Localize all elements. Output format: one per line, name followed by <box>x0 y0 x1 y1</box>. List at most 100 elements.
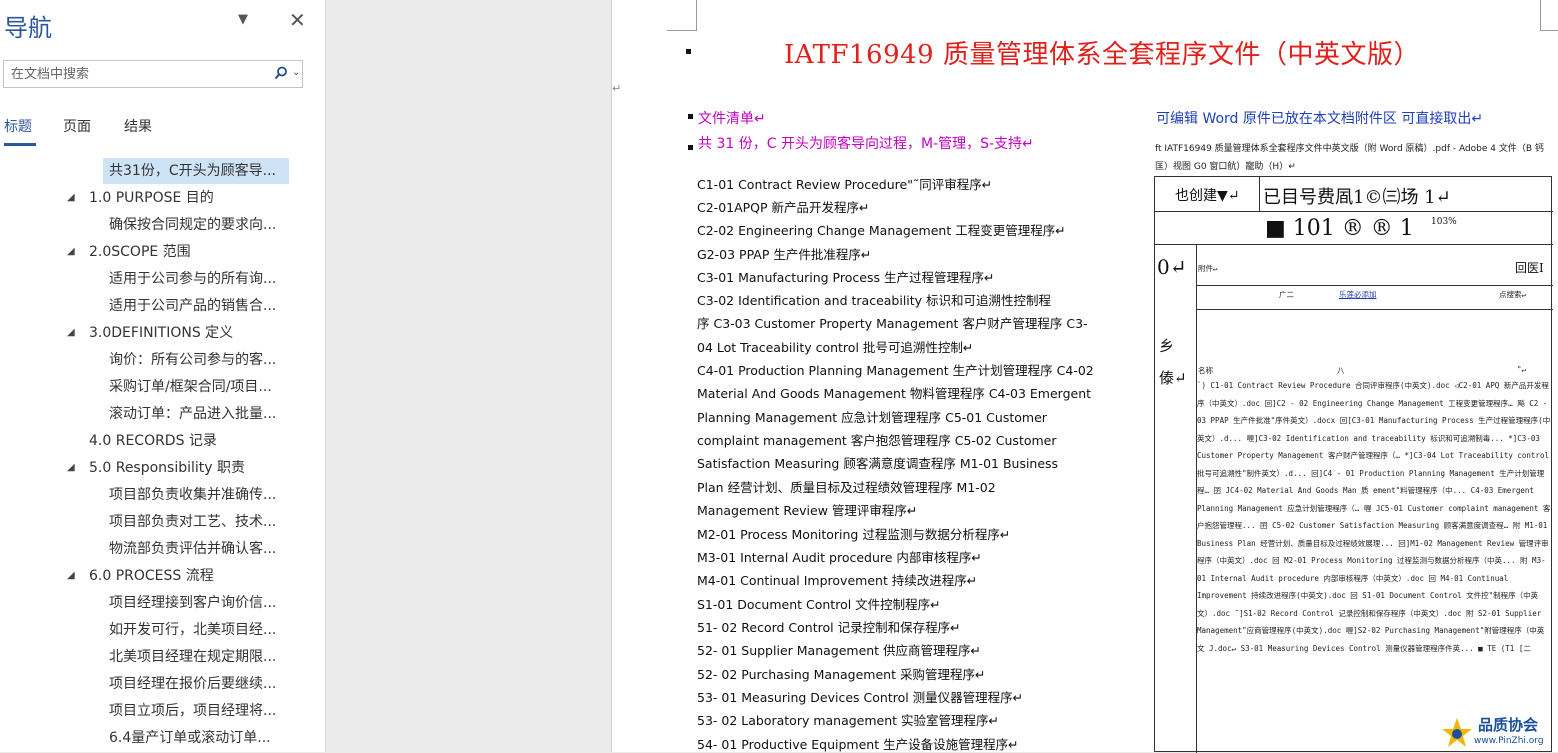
tree-item-label: 2.0SCOPE 范围 <box>89 244 191 260</box>
collapse-triangle-icon[interactable]: ◢ <box>67 239 75 265</box>
document-line: Planning Management 应急计划管理程序 C5-01 Custo… <box>697 410 1047 425</box>
add-link[interactable]: 乐莲必添加 <box>1339 289 1377 300</box>
table-rule <box>1155 211 1553 212</box>
workspace-background <box>326 0 611 752</box>
chevron-down-icon[interactable]: ⌄ <box>292 67 300 78</box>
tree-item-label: 共31份，C开头为顾客导... <box>109 163 276 179</box>
paragraph-mark-icon: ↵ <box>612 82 622 95</box>
triangle-down-icon[interactable]: ▼ <box>238 12 248 27</box>
collapse-triangle-icon[interactable]: ◢ <box>67 563 75 589</box>
document-line: 53- 01 Measuring Devices Control 测量仪器管理程… <box>697 690 1024 705</box>
search-box: ⌄ <box>3 60 303 88</box>
table-rule <box>1196 309 1553 310</box>
tab-pages[interactable]: 页面 <box>63 116 91 146</box>
bullet-icon <box>688 145 693 150</box>
table-cell: "↵ <box>1517 365 1527 374</box>
tree-subheading[interactable]: 共31份，C开头为顾客导... <box>103 158 289 184</box>
crop-mark <box>696 0 697 30</box>
collapse-triangle-icon[interactable]: ◢ <box>67 320 75 346</box>
document-line: 52- 02 Purchasing Management 采购管理程序↵ <box>697 667 986 682</box>
document-line: M2-01 Process Monitoring 过程监测与数据分析程序↵ <box>697 527 1011 542</box>
attachment-list: `) C1-01 Contract Review Procedure 合同评审程… <box>1197 381 1551 653</box>
search-input[interactable] <box>4 61 273 87</box>
crop-mark <box>1540 30 1558 31</box>
tree-item-label: 1.0 PURPOSE 目的 <box>89 190 214 206</box>
tree-item-label: 适用于公司产品的销售合... <box>109 298 277 314</box>
name-header: 名称 <box>1198 366 1213 375</box>
document-line: G2-03 PPAP 生产件批准程序↵ <box>697 247 872 262</box>
crop-mark <box>667 30 697 31</box>
document-line: Management Review 管理评审程序↵ <box>697 503 918 518</box>
document-line: 序 C3-03 Customer Property Management 客户财… <box>697 316 1088 331</box>
attachment-right: 回医I <box>1515 261 1544 275</box>
table-cell: 0↵ <box>1157 255 1187 279</box>
tree-item-label: 6.4量产订单或滚动订单... <box>109 730 271 746</box>
bullet-icon <box>686 49 691 54</box>
crop-mark <box>1540 0 1541 30</box>
table-cell: 乡 <box>1159 337 1175 355</box>
table-cell: 也创建▼↵ <box>1175 188 1240 204</box>
table-cell: 八 <box>1337 366 1345 375</box>
document-title: IATF16949 质量管理体系全套程序文件（中英文版） <box>784 40 1420 70</box>
pdf-caption: ft IATF16949 质量管理体系全套程序文件中英文版（附 Word 原稿）… <box>1155 144 1544 172</box>
document-line: C1-01 Contract Review Procedure"˜同评审程序↵ <box>697 177 993 192</box>
tab-results[interactable]: 结果 <box>124 116 152 146</box>
attachment-label: 附件↵ <box>1198 264 1218 273</box>
collapse-triangle-icon[interactable]: ◢ <box>67 185 75 211</box>
table-cell: 广二 <box>1279 290 1294 299</box>
document-line: M4-01 Continual Improvement 持续改进程序↵ <box>697 573 978 588</box>
file-list-heading: 文件清单↵ <box>698 111 766 127</box>
tree-item-label: 项目经理在报价后要继续... <box>109 676 277 692</box>
document-line: C3-01 Manufacturing Process 生产过程管理程序↵ <box>697 270 995 285</box>
table-cell: ■ 101 ® ® 1 <box>1265 216 1414 241</box>
embedded-table: 也创建▼↵ 已目号费凮1©㈢场 1↵ ■ 101 ® ® 1 103% 0↵ 乡… <box>1154 176 1553 753</box>
bullet-icon <box>688 114 693 119</box>
document-line: complaint management 客户抱怨管理程序 C5-02 Cust… <box>697 433 1057 448</box>
document-line: Satisfaction Measuring 顾客满意度调查程序 M1-01 B… <box>697 456 1059 471</box>
tree-item-label: 适用于公司参与的所有询... <box>109 271 277 287</box>
table-cell-superscript: 103% <box>1431 217 1457 227</box>
search-link[interactable]: 点搜索↵ <box>1499 289 1526 300</box>
document-line: 52- 01 Supplier Management 供应商管理程序↵ <box>697 643 982 658</box>
tree-item-label: 滚动订单：产品进入批量... <box>109 406 277 422</box>
document-line: S1-01 Document Control 文件控制程序↵ <box>697 597 941 612</box>
document-line: C2-02 Engineering Change Management 工程变更… <box>697 223 1066 238</box>
tab-headings[interactable]: 标题 <box>4 116 36 146</box>
navigation-pane: 导航 ▼ ✕ ⌄ 标题 页面 结果 共31份，C开头为顾客导... ◢ 1.0 PU… <box>0 0 326 752</box>
table-rule <box>1155 244 1553 245</box>
logo-url: www.PinZhi.org <box>1474 736 1544 746</box>
document-line: C4-01 Production Planning Management 生产计… <box>697 363 1094 378</box>
attachment-note: 可编辑 Word 原件已放在本文档附件区 可直接取出↵ <box>1156 111 1484 127</box>
nav-title: 导航 <box>4 14 52 42</box>
search-icon[interactable] <box>274 66 288 80</box>
document-line: 53- 02 Laboratory management 实验室管理程序↵ <box>697 713 1000 728</box>
tree-item-label: 确保按合同规定的要求向... <box>109 217 277 233</box>
pinzhi-logo: 品质协会 www.PinZhi.org <box>1434 712 1558 752</box>
collapse-triangle-icon[interactable]: ◢ <box>67 455 75 481</box>
tree-item-label: 询价：所有公司参与的客... <box>109 352 277 368</box>
table-cell: 傣↵ <box>1159 369 1187 387</box>
document-line: Material And Goods Management 物料管理程序 C4-… <box>697 386 1092 401</box>
tree-item-label: 北美项目经理在规定期限... <box>109 649 277 665</box>
document-line: 54- 01 Productive Equipment 生产设备设施管理程序↵ <box>697 737 1019 752</box>
logo-name: 品质协会 <box>1478 716 1539 734</box>
document-line: Plan 经营计划、质量目标及过程绩效管理程序 M1-02 <box>697 480 996 495</box>
tree-item-label: 如开发可行，北美项目经... <box>109 622 277 638</box>
tree-item-label: 项目部负责收集并准确传... <box>109 487 277 503</box>
tree-item-label: 5.0 Responsibility 职责 <box>89 460 246 476</box>
summary-line: 共 31 份，C 开头为顾客导向过程，M-管理，S-支持↵ <box>698 136 1034 152</box>
tree-item-label: 采购订单/框架合同/项目... <box>109 379 272 395</box>
document-line: M3-01 Internal Audit procedure 内部审核程序↵ <box>697 550 982 565</box>
document-line: 04 Lot Traceability control 批号可追溯性控制↵ <box>697 340 974 355</box>
table-rule <box>1259 177 1260 211</box>
tree-item-label: 项目经理接到客户询价信... <box>109 595 277 611</box>
table-rule <box>1196 285 1553 286</box>
table-cell: 已目号费凮1©㈢场 1↵ <box>1263 187 1451 208</box>
star-logo-icon <box>1442 718 1472 747</box>
tree-item-label: 3.0DEFINITIONS 定义 <box>89 325 234 341</box>
document-line: C3-02 Identification and traceability 标识… <box>697 293 1052 308</box>
close-icon[interactable]: ✕ <box>289 8 306 32</box>
tree-item-label: 4.0 RECORDS 记录 <box>89 433 217 449</box>
tree-item-label: 项目立项后，项目经理将... <box>109 703 277 719</box>
document-line: C2-01APQP 新产品开发程序↵ <box>697 200 870 215</box>
